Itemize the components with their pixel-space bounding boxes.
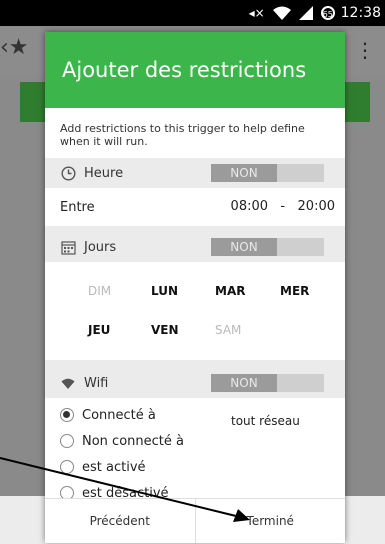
jours-toggle-label: NON — [211, 238, 277, 256]
day-mer[interactable]: MER — [280, 284, 309, 298]
radio-button[interactable] — [60, 408, 74, 422]
network-selector[interactable]: tout réseau — [231, 414, 300, 428]
clock-icon — [60, 165, 76, 181]
wifi-icon — [60, 375, 76, 391]
heure-toggle[interactable]: NON — [211, 164, 324, 182]
time-from[interactable]: 08:00 — [231, 199, 268, 214]
dialog-body: Add restrictions to this trigger to help… — [45, 108, 345, 512]
jours-toggle[interactable]: NON — [211, 238, 324, 256]
radio-label: Non connecté à — [82, 433, 184, 449]
jours-label: Jours — [84, 239, 117, 255]
heure-label: Heure — [84, 165, 124, 181]
clock: 12:38 — [340, 5, 381, 21]
time-to[interactable]: 20:00 — [298, 199, 335, 214]
radio-button[interactable] — [60, 460, 74, 474]
wifi-section-header: Wifi NON — [45, 368, 345, 398]
intro-text: Add restrictions to this trigger to help… — [45, 108, 345, 158]
day-mar[interactable]: MAR — [215, 284, 245, 298]
dialog-title: Ajouter des restrictions — [45, 32, 345, 108]
radio-label: est activé — [82, 459, 146, 475]
day-lun[interactable]: LUN — [151, 284, 178, 298]
restrictions-dialog: Ajouter des restrictions Add restriction… — [45, 32, 345, 543]
radio-connecte[interactable]: Connecté à — [60, 406, 156, 424]
entre-label: Entre — [60, 199, 95, 215]
radio-button[interactable] — [60, 434, 74, 448]
status-bar: ◂× 65 12:38 — [0, 0, 385, 26]
dialog-footer: Précédent Terminé — [45, 498, 345, 543]
radio-label: Connecté à — [82, 407, 156, 423]
jours-section-header: Jours NON — [45, 232, 345, 262]
heure-toggle-label: NON — [211, 164, 277, 182]
wifi-label: Wifi — [84, 375, 109, 391]
day-dim[interactable]: DIM — [88, 284, 111, 298]
time-range-row[interactable]: Entre 08:00 - 20:00 — [45, 188, 345, 226]
overflow-menu-icon[interactable]: ⋮ — [355, 38, 375, 62]
wifi-icon — [272, 6, 291, 20]
wifi-toggle-label: NON — [211, 374, 277, 392]
days-grid: DIM LUN MAR MER JEU VEN SAM — [45, 262, 345, 360]
day-sam[interactable]: SAM — [215, 323, 241, 337]
day-ven[interactable]: VEN — [151, 323, 179, 337]
radio-est-active[interactable]: est activé — [60, 458, 146, 476]
day-jeu[interactable]: JEU — [88, 323, 110, 337]
signal-icon — [298, 6, 313, 20]
alarm-icon: 65 — [320, 6, 335, 20]
back-icon[interactable]: ‹★ — [0, 35, 29, 60]
calendar-icon — [60, 239, 76, 255]
radio-non-connecte[interactable]: Non connecté à — [60, 432, 184, 450]
wifi-toggle[interactable]: NON — [211, 374, 324, 392]
heure-section-header: Heure NON — [45, 158, 345, 188]
previous-button[interactable]: Précédent — [45, 499, 195, 543]
mute-icon: ◂× — [248, 6, 265, 20]
time-separator: - — [280, 199, 286, 214]
done-button[interactable]: Terminé — [194, 499, 346, 543]
wifi-options: Connecté à Non connecté à est activé est… — [45, 398, 345, 512]
